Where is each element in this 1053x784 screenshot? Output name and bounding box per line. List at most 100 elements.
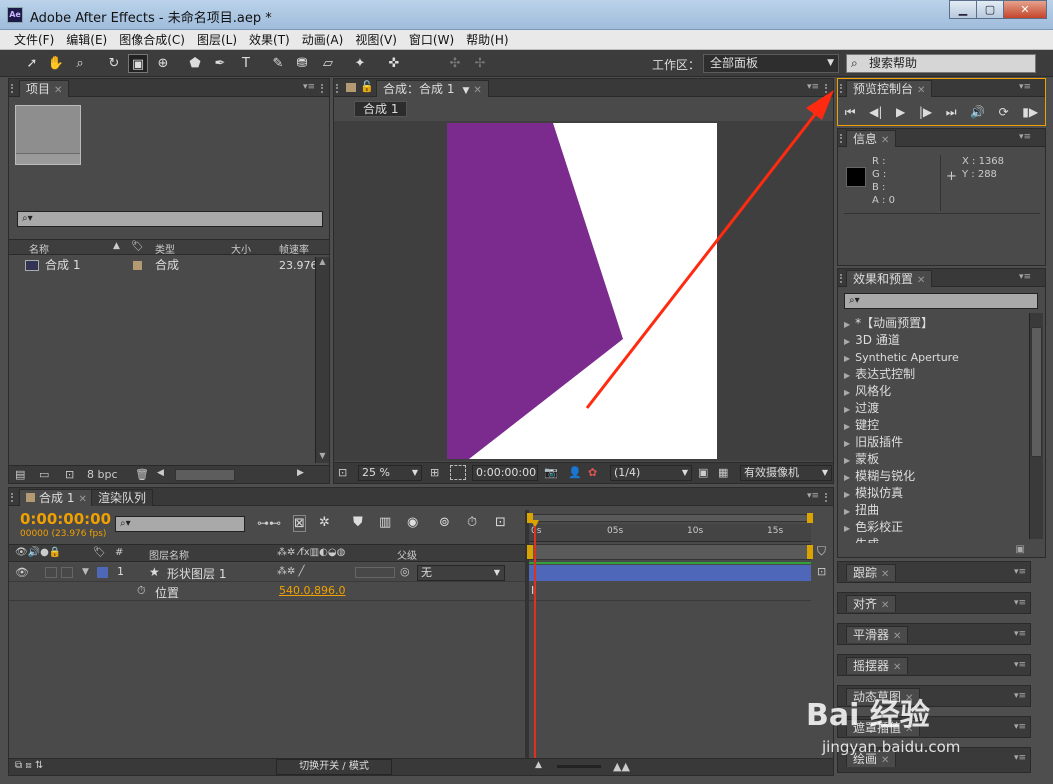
graph-editor-icon[interactable]: ⊡ <box>495 515 506 530</box>
menu-edit[interactable]: 编辑(E) <box>60 31 113 48</box>
effects-search-input[interactable]: ⌕▾ <box>844 293 1038 309</box>
lock-checkbox[interactable] <box>61 567 73 578</box>
layer-row[interactable]: 👁 ▼ 1 ★ 形状图层 1 ⁂✲ ╱ ◎ 无 ▼ <box>9 564 525 582</box>
effect-category[interactable]: ▶ 模拟仿真 <box>844 485 903 502</box>
effect-category[interactable]: ▶ 3D 通道 <box>844 332 900 349</box>
label-tag-icon[interactable]: 🏷 <box>93 547 106 558</box>
show-snapshot-icon[interactable]: 👤 <box>568 466 582 479</box>
layer-label-swatch[interactable] <box>97 567 108 578</box>
loop-icon[interactable]: ⟳ <box>999 105 1009 119</box>
wiggler-panel[interactable]: 摇摆器 ✕ ▾≡ <box>837 654 1031 676</box>
camera-view-select[interactable]: 有效摄像机 ▼ <box>740 465 832 481</box>
effect-category[interactable]: ▶ 旧版插件 <box>844 434 903 451</box>
align-panel[interactable]: 对齐 ✕ ▾≡ <box>837 592 1031 614</box>
menu-window[interactable]: 窗口(W) <box>403 31 460 48</box>
scroll-right-icon[interactable]: ▶ <box>297 468 304 478</box>
brainstorm-icon[interactable]: ⊚ <box>439 515 450 530</box>
timeline-current-time[interactable]: 0:00:00:00 <box>20 510 111 528</box>
new-folder-icon[interactable]: ▭ <box>39 468 49 481</box>
current-time-display[interactable]: 0:00:00:00 <box>472 465 538 481</box>
panel-menu-icon[interactable]: ▾≡ <box>1019 132 1031 142</box>
close-icon[interactable]: ✕ <box>473 85 481 96</box>
column-name[interactable]: 名称 <box>29 241 49 256</box>
menu-composition[interactable]: 图像合成(C) <box>113 31 191 48</box>
project-vertical-scrollbar[interactable]: ▲ ▼ <box>315 257 329 463</box>
close-icon[interactable]: ✕ <box>78 494 86 505</box>
solo-checkbox[interactable] <box>45 567 57 578</box>
region-of-interest-icon[interactable] <box>450 465 466 480</box>
help-search-input[interactable]: ⌕ 搜索帮助 <box>846 54 1036 73</box>
camera-tool-icon[interactable]: ▣ <box>128 54 148 73</box>
effect-category[interactable]: ▶ 扭曲 <box>844 502 879 519</box>
menu-view[interactable]: 视图(V) <box>349 31 403 48</box>
effects-scroll-thumb[interactable] <box>1031 327 1042 457</box>
brush-tool-icon[interactable]: ✎ <box>268 54 288 73</box>
resolution-select[interactable]: (1/4) ▼ <box>610 465 692 481</box>
eraser-tool-icon[interactable]: ▱ <box>318 54 338 73</box>
stopwatch-icon[interactable]: ⏱ <box>137 584 146 598</box>
snapshot-camera-icon[interactable]: 📷 <box>544 466 558 479</box>
grid-guide-icon[interactable]: ⊞ <box>430 466 439 479</box>
auto-keyframe-icon[interactable]: ⏱ <box>467 515 477 530</box>
audio-icon[interactable]: 🔊 <box>970 105 985 119</box>
layer-switches-icons[interactable]: ⁂✲ ╱ <box>277 566 305 577</box>
tab-effects-presets[interactable]: 效果和预置 ✕ <box>846 270 933 287</box>
panel-menu-icon[interactable]: ▾≡ <box>1014 598 1026 608</box>
menu-effect[interactable]: 效果(T) <box>243 31 296 48</box>
puppet-tool-icon[interactable]: ✜ <box>384 54 404 73</box>
composition-canvas[interactable] <box>334 121 833 461</box>
panel-menu-icon[interactable]: ▾≡ <box>1019 272 1031 282</box>
effect-category[interactable]: ▶ *【动画预置】 <box>844 315 933 332</box>
expand-layer-icon[interactable]: ▼ <box>82 567 89 577</box>
layer-name[interactable]: 形状图层 1 <box>167 565 226 582</box>
play-icon[interactable]: ▶ <box>896 105 905 119</box>
chevron-down-icon[interactable]: ▼ <box>462 86 469 96</box>
composition-subtab[interactable]: 合成 1 <box>354 101 408 117</box>
footer-toggle-icons[interactable]: ⧉ ⧈ ⇅ <box>15 760 43 771</box>
tab-composition[interactable]: 合成：合成 1 ▼ ✕ <box>376 80 489 97</box>
close-icon[interactable]: ✕ <box>54 85 62 96</box>
motion-blur-icon[interactable]: ◉ <box>407 515 418 530</box>
panel-menu-icon[interactable]: ▾≡ <box>1014 722 1026 732</box>
project-item-row[interactable]: 合成 1 合成 23.976 <box>9 257 318 274</box>
always-preview-icon[interactable]: ⊡ <box>338 466 347 479</box>
clone-stamp-tool-icon[interactable]: ⛃ <box>292 54 312 73</box>
menu-file[interactable]: 文件(F) <box>8 31 60 48</box>
panel-menu-icon[interactable]: ▾≡ <box>1014 567 1026 577</box>
panel-menu-icon[interactable]: ▾≡ <box>303 82 315 92</box>
effect-category[interactable]: ▶ 过渡 <box>844 400 879 417</box>
panel-menu-icon[interactable]: ▾≡ <box>1014 753 1026 763</box>
close-icon[interactable]: ✕ <box>917 85 925 96</box>
toggle-switches-modes-button[interactable]: 切换开关 / 模式 <box>276 759 392 775</box>
column-type[interactable]: 类型 <box>155 241 175 256</box>
rotate-tool-icon[interactable]: ↻ <box>104 54 124 73</box>
menu-layer[interactable]: 图层(L) <box>191 31 243 48</box>
layer-switch-boxes[interactable] <box>355 567 395 578</box>
column-parent[interactable]: 父级 <box>397 547 417 562</box>
effect-category[interactable]: ▶ Synthetic Aperture <box>844 349 959 366</box>
close-button[interactable]: ✕ <box>1003 0 1047 19</box>
smoother-panel[interactable]: 平滑器 ✕ ▾≡ <box>837 623 1031 645</box>
workspace-select[interactable]: 全部面板 ▼ <box>703 54 839 73</box>
composition-viewer[interactable] <box>334 121 833 461</box>
last-frame-icon[interactable]: ⏭ <box>946 105 957 120</box>
column-layer-name[interactable]: 图层名称 <box>149 547 189 562</box>
zoom-in-icon[interactable]: ▲▲ <box>613 760 630 773</box>
effect-category[interactable]: ▶ 风格化 <box>844 383 891 400</box>
effect-category[interactable]: ▶ 键控 <box>844 417 879 434</box>
timeline-lock-icon[interactable]: ⊡ <box>817 565 826 578</box>
scroll-up-icon[interactable]: ▲ <box>316 257 329 269</box>
previous-frame-icon[interactable]: ◀| <box>869 105 882 119</box>
roto-brush-tool-icon[interactable]: ✦ <box>350 54 370 73</box>
live-update-icon[interactable]: ⊠ <box>293 515 306 532</box>
timeline-search-input[interactable]: ⌕▾ <box>115 516 245 532</box>
tab-preview[interactable]: 预览控制台 ✕ <box>846 80 933 97</box>
panel-menu-icon[interactable]: ▾≡ <box>1019 82 1031 92</box>
panel-menu-icon[interactable]: ▾≡ <box>807 491 819 501</box>
frame-blending-icon[interactable]: ▥ <box>379 515 391 530</box>
panel-menu-icon[interactable]: ▾≡ <box>1014 691 1026 701</box>
pan-behind-tool-icon[interactable]: ⊕ <box>153 54 173 73</box>
tab-timeline-comp[interactable]: 合成 1 ✕ <box>19 489 94 506</box>
zoom-tool-icon[interactable]: ⌕ <box>70 54 90 73</box>
property-row-position[interactable]: ⏱ 位置 540.0,896.0 <box>9 583 525 601</box>
